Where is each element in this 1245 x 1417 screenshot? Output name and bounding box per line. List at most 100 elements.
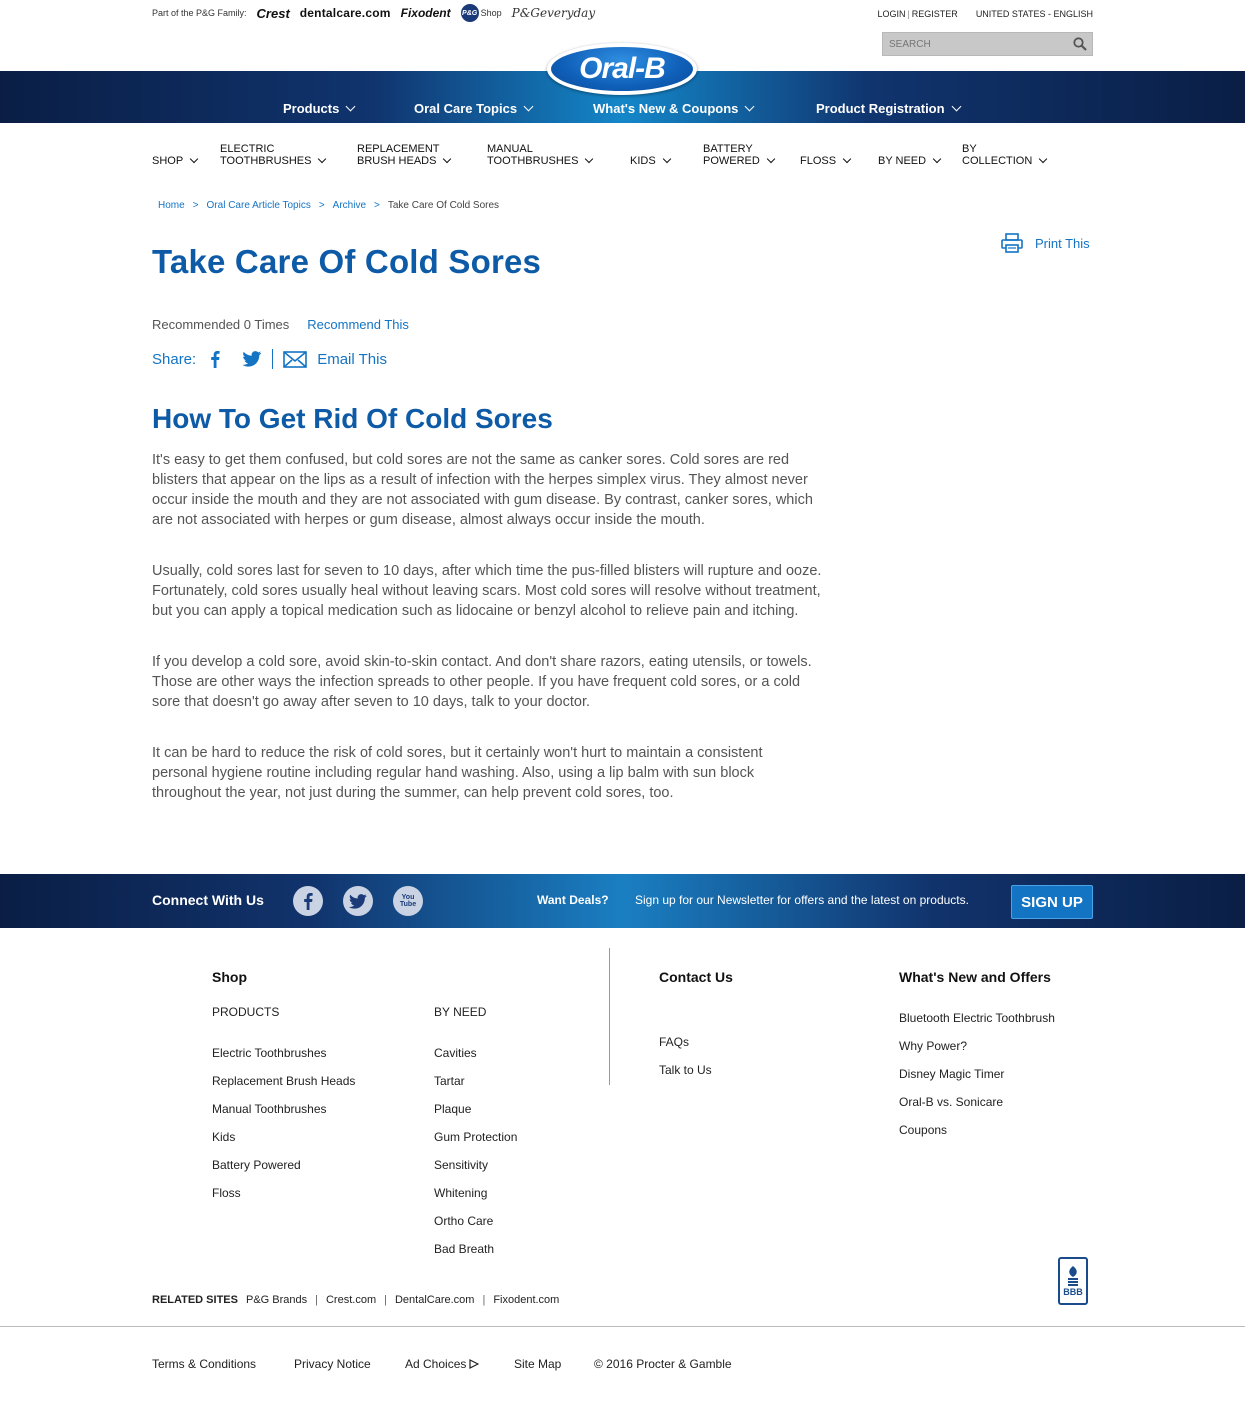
- related-site-link[interactable]: Fixodent.com: [493, 1294, 559, 1306]
- subnav-replacement-brush-heads[interactable]: REPLACEMENT BRUSH HEADS: [357, 143, 452, 167]
- footer-link[interactable]: Whitening: [434, 1186, 517, 1214]
- related-site-link[interactable]: DentalCare.com: [395, 1294, 474, 1306]
- subnav-line2: TOOTHBRUSHES: [487, 155, 579, 167]
- footer-link[interactable]: Replacement Brush Heads: [212, 1074, 355, 1102]
- footer-link[interactable]: Bad Breath: [434, 1242, 517, 1270]
- search-icon[interactable]: [1068, 33, 1092, 55]
- subnav-line2: COLLECTION: [962, 155, 1033, 167]
- nav-products-label: Products: [283, 101, 340, 116]
- print-button[interactable]: Print This: [1001, 233, 1090, 253]
- bbb-badge[interactable]: BBB: [1058, 1257, 1088, 1305]
- footer-link[interactable]: Bluetooth Electric Toothbrush: [899, 1011, 1055, 1039]
- subnav-by-need[interactable]: BY NEED: [878, 143, 942, 167]
- related-separator: |: [384, 1294, 387, 1306]
- nav-whats-new-coupons[interactable]: What's New & Coupons: [593, 101, 755, 116]
- subnav-by-collection[interactable]: BY COLLECTION: [962, 143, 1048, 167]
- terms-link[interactable]: Terms & Conditions: [152, 1357, 256, 1371]
- login-link[interactable]: LOGIN: [877, 9, 905, 19]
- subnav-battery-powered[interactable]: BATTERY POWERED: [703, 143, 776, 167]
- breadcrumb-oral-care-article-topics[interactable]: Oral Care Article Topics: [207, 200, 311, 211]
- subnav-shop[interactable]: SHOP: [152, 143, 199, 167]
- crest-logo-link[interactable]: Crest: [257, 6, 290, 21]
- footer-products-list: Electric Toothbrushes Replacement Brush …: [212, 1046, 355, 1214]
- breadcrumb-separator: >: [374, 200, 380, 211]
- footer-link[interactable]: Coupons: [899, 1123, 1055, 1151]
- email-share-link[interactable]: Email This: [283, 351, 387, 368]
- nav-product-registration[interactable]: Product Registration: [816, 101, 962, 116]
- sitemap-link[interactable]: Site Map: [514, 1357, 561, 1371]
- footer-link[interactable]: Talk to Us: [659, 1063, 712, 1091]
- twitter-share-icon[interactable]: [242, 351, 262, 367]
- family-label: Part of the P&G Family:: [152, 8, 247, 18]
- dentalcare-logo-link[interactable]: dentalcare.com: [300, 6, 391, 20]
- youtube-icon-text: You Tube: [399, 894, 417, 908]
- login-register: LOGIN | REGISTER: [877, 9, 958, 19]
- pg-everyday-logo-link[interactable]: P&Geveryday: [512, 6, 595, 20]
- subnav-floss[interactable]: FLOSS: [800, 143, 852, 167]
- footer-link[interactable]: Tartar: [434, 1074, 517, 1102]
- facebook-icon[interactable]: [293, 886, 323, 916]
- footer-link[interactable]: Electric Toothbrushes: [212, 1046, 355, 1074]
- recommend-bar: Recommended 0 Times Recommend This: [152, 317, 409, 332]
- breadcrumb-current: Take Care Of Cold Sores: [387, 200, 500, 211]
- newsletter-text: Sign up for our Newsletter for offers an…: [635, 893, 969, 907]
- subnav-manual-toothbrushes[interactable]: MANUAL TOOTHBRUSHES: [487, 143, 594, 167]
- chevron-down-icon: [318, 154, 327, 164]
- search-input[interactable]: [883, 33, 1068, 55]
- ad-choices-link[interactable]: Ad Choices: [405, 1357, 480, 1371]
- youtube-icon[interactable]: You Tube: [393, 886, 423, 916]
- facebook-share-icon[interactable]: [210, 350, 220, 368]
- share-divider: [272, 349, 274, 369]
- subnav-electric-toothbrushes[interactable]: ELECTRIC TOOTHBRUSHES: [220, 143, 327, 167]
- chevron-down-icon: [744, 101, 755, 112]
- nav-products[interactable]: Products: [283, 101, 356, 116]
- region-selector[interactable]: UNITED STATES - ENGLISH: [976, 9, 1093, 19]
- chevron-down-icon: [345, 101, 356, 112]
- signup-button[interactable]: SIGN UP: [1011, 885, 1093, 919]
- footer-rule: [0, 1326, 1245, 1327]
- print-label: Print This: [1035, 235, 1090, 251]
- recommend-count: Recommended 0 Times: [152, 317, 290, 332]
- recommend-link[interactable]: Recommend This: [307, 317, 409, 332]
- footer-byneed-list: Cavities Tartar Plaque Gum Protection Se…: [434, 1046, 517, 1270]
- footer-link[interactable]: Plaque: [434, 1102, 517, 1130]
- footer-link[interactable]: Floss: [212, 1186, 355, 1214]
- email-label: Email This: [317, 350, 387, 368]
- footer-link[interactable]: FAQs: [659, 1035, 712, 1063]
- breadcrumb-archive[interactable]: Archive: [333, 200, 366, 211]
- footer-link[interactable]: Oral-B vs. Sonicare: [899, 1095, 1055, 1123]
- subnav-line2: SHOP: [152, 155, 184, 167]
- footer-link[interactable]: Gum Protection: [434, 1130, 517, 1158]
- nav-oral-care-topics[interactable]: Oral Care Topics: [414, 101, 534, 116]
- breadcrumb-home[interactable]: Home: [158, 200, 185, 211]
- privacy-link[interactable]: Privacy Notice: [294, 1357, 371, 1371]
- related-site-link[interactable]: P&G Brands: [246, 1294, 307, 1306]
- footer-link[interactable]: Ortho Care: [434, 1214, 517, 1242]
- footer-link[interactable]: Why Power?: [899, 1039, 1055, 1067]
- deals-label: Want Deals?: [537, 893, 609, 907]
- twitter-icon[interactable]: [343, 886, 373, 916]
- pg-shop-logo-link[interactable]: P&G Shop: [460, 4, 502, 22]
- oral-b-logo[interactable]: Oral-B: [547, 43, 697, 95]
- share-bar: Share: Email This: [152, 348, 387, 370]
- related-site-link[interactable]: Crest.com: [326, 1294, 376, 1306]
- breadcrumb-separator: >: [192, 200, 199, 211]
- footer-link[interactable]: Manual Toothbrushes: [212, 1102, 355, 1130]
- footer-byneed-heading: BY NEED: [434, 1005, 487, 1019]
- subnav-line1: ELECTRIC: [220, 143, 275, 155]
- chevron-down-icon: [523, 101, 534, 112]
- footer-link[interactable]: Battery Powered: [212, 1158, 355, 1186]
- footer-whatsnew-heading: What's New and Offers: [899, 969, 1051, 985]
- subnav-line2: POWERED: [703, 155, 760, 167]
- pg-shop-label: Shop: [480, 8, 502, 18]
- fixodent-logo-link[interactable]: Fixodent: [401, 6, 451, 20]
- chevron-down-icon: [189, 154, 199, 164]
- footer-link[interactable]: Sensitivity: [434, 1158, 517, 1186]
- footer-link[interactable]: Kids: [212, 1130, 355, 1158]
- footer-link[interactable]: Cavities: [434, 1046, 517, 1074]
- related-separator: |: [482, 1294, 486, 1306]
- register-link[interactable]: REGISTER: [912, 9, 958, 19]
- subnav-kids[interactable]: KIDS: [630, 143, 671, 167]
- footer-link[interactable]: Disney Magic Timer: [899, 1067, 1055, 1095]
- article-body: It's easy to get them confused, but cold…: [152, 450, 822, 834]
